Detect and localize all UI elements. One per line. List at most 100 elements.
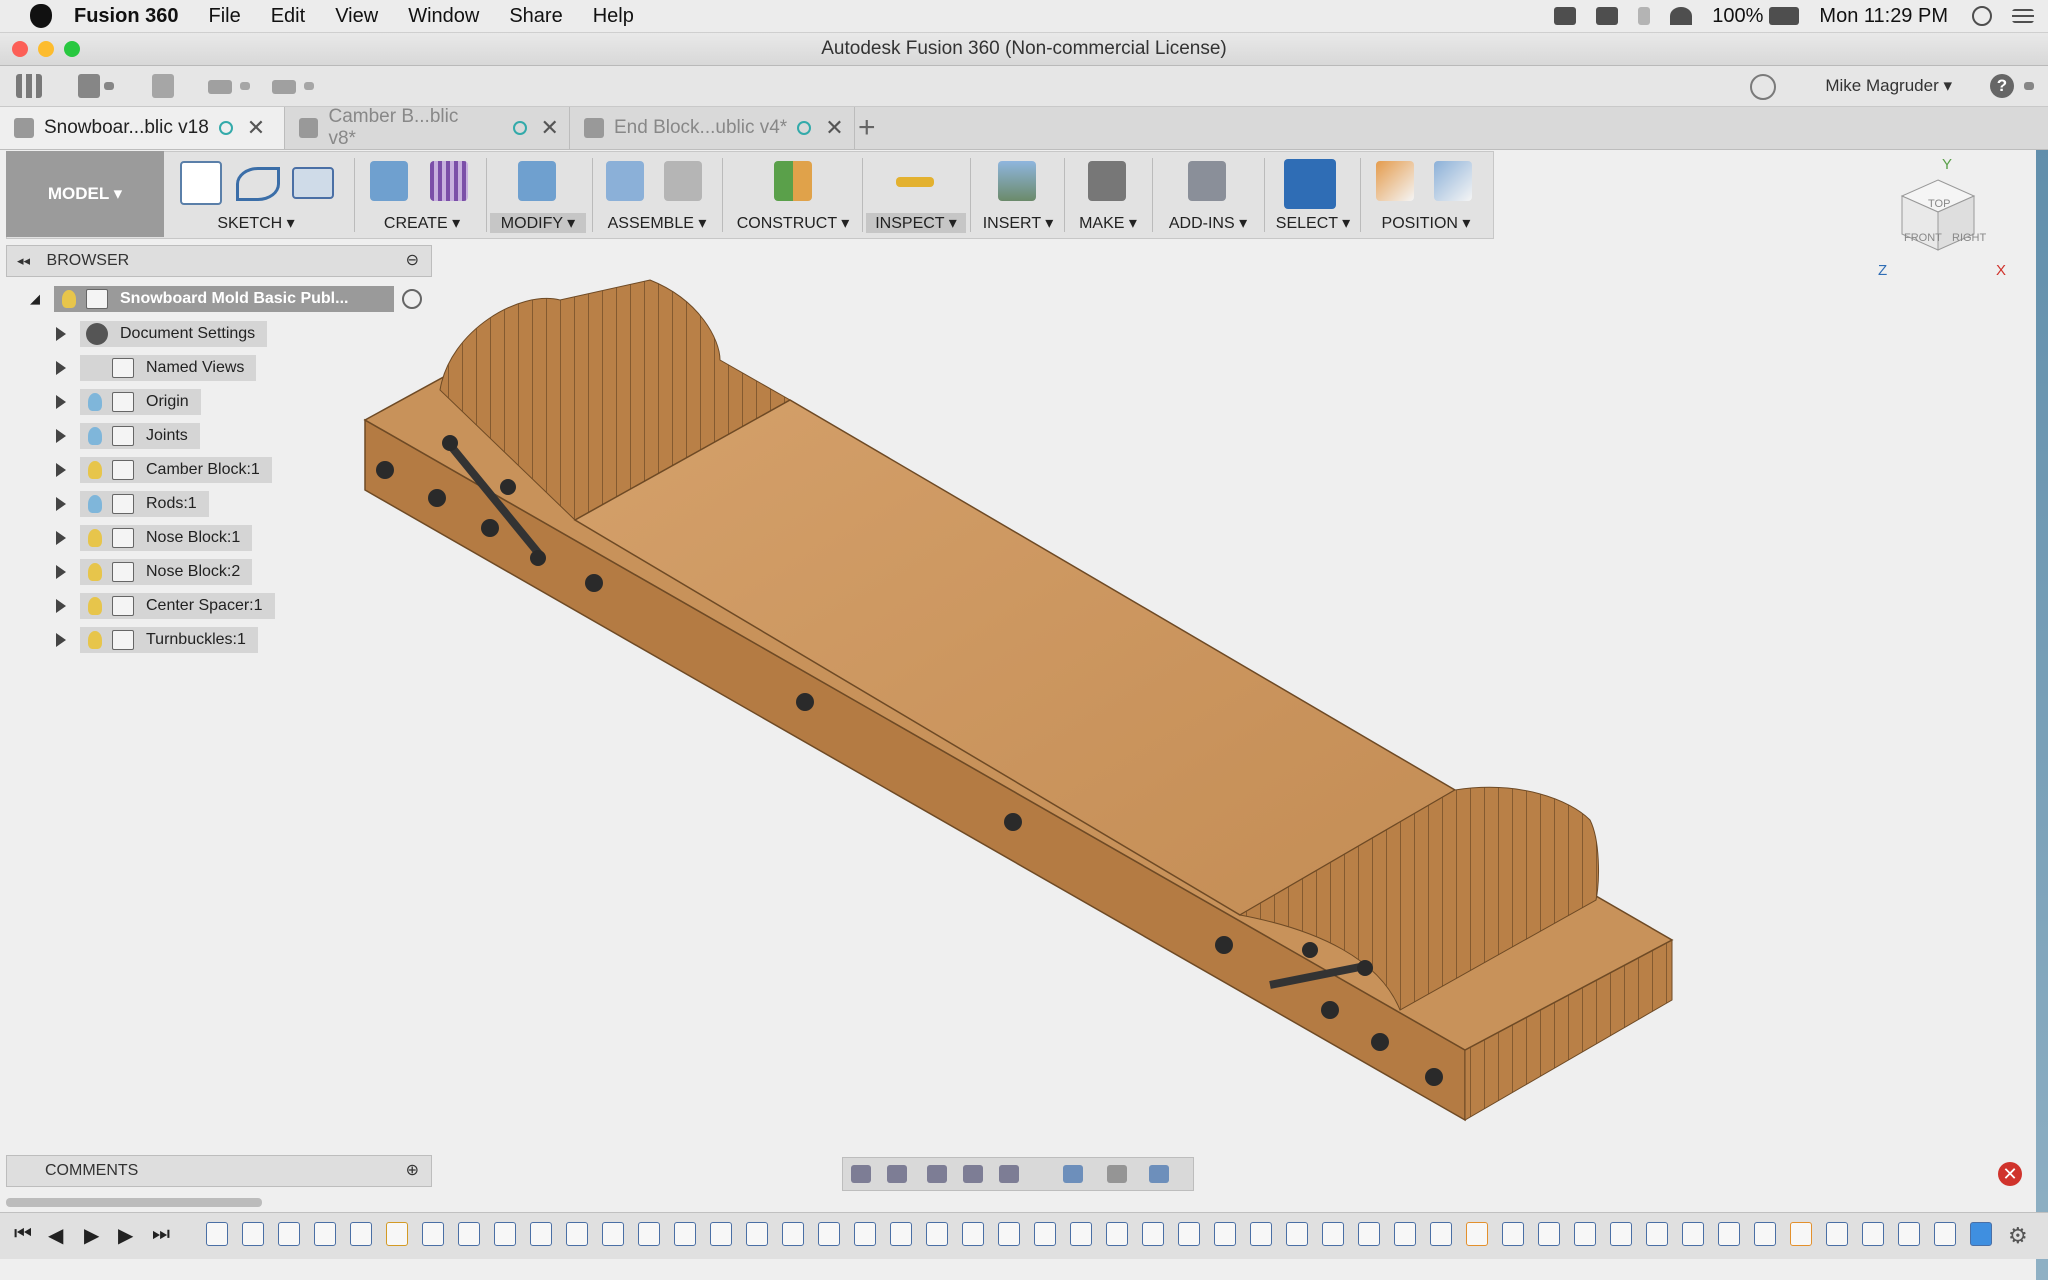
timeline-feature-icon[interactable] [422,1222,444,1246]
error-icon[interactable]: ✕ [1998,1162,2022,1186]
new-tab-button[interactable]: + [858,107,876,149]
redo-chevron-down-icon[interactable] [304,82,314,90]
close-tab-icon[interactable]: ✕ [541,115,559,141]
expand-arrow-icon[interactable] [56,633,66,647]
timeline-feature-icon[interactable] [1682,1222,1704,1246]
expand-arrow-icon[interactable] [56,361,66,375]
make-group[interactable]: MAKE ▾ [1068,151,1148,237]
browser-node-document-settings[interactable]: Document Settings [56,320,268,348]
timeline-feature-icon[interactable] [890,1222,912,1246]
measure-icon[interactable] [896,177,934,187]
visibility-bulb-icon[interactable] [88,427,102,445]
help-icon[interactable]: ? [1990,74,2014,98]
viewcube-front-label[interactable]: FRONT [1904,232,1942,244]
browser-node-rods[interactable]: Rods:1 [56,490,209,518]
timeline-feature-icon[interactable] [782,1222,804,1246]
add-comment-icon[interactable]: ⊕ [406,1156,419,1186]
visibility-bulb-icon[interactable] [62,290,76,308]
timeline-feature-icon[interactable] [1862,1222,1884,1246]
timeline-feature-icon[interactable] [494,1222,516,1246]
timeline-feature-icon[interactable] [350,1222,372,1246]
apple-icon[interactable] [30,4,52,28]
browser-node-camber-block[interactable]: Camber Block:1 [56,456,272,484]
insert-image-icon[interactable] [998,161,1036,201]
collapse-panel-icon[interactable]: ◂◂ [17,253,30,268]
press-pull-icon[interactable] [518,161,556,201]
fit-zoom-icon[interactable] [999,1165,1019,1183]
timeline-feature-icon[interactable] [458,1222,480,1246]
look-at-icon[interactable] [887,1165,907,1183]
assemble-group[interactable]: ASSEMBLE ▾ [598,151,716,237]
add-ins-menu[interactable]: ADD-INS ▾ [1156,213,1260,233]
create-group[interactable]: CREATE ▾ [360,151,484,237]
menu-edit[interactable]: Edit [271,5,305,28]
modify-menu[interactable]: MODIFY ▾ [490,213,586,233]
menu-window[interactable]: Window [408,5,479,28]
timeline-feature-icon[interactable] [314,1222,336,1246]
visibility-bulb-icon[interactable] [88,393,102,411]
timeline-feature-icon[interactable] [926,1222,948,1246]
timeline-feature-icon[interactable] [1178,1222,1200,1246]
timeline-feature-icon[interactable] [278,1222,300,1246]
timeline-feature-icon[interactable] [1430,1222,1452,1246]
timeline-feature-icon[interactable] [1214,1222,1236,1246]
shield-icon[interactable] [1596,7,1619,25]
job-status-clock-icon[interactable] [1750,74,1776,100]
extrude-icon[interactable] [370,161,408,201]
expand-arrow-icon[interactable] [56,429,66,443]
pan-hand-icon[interactable] [927,1165,947,1183]
timeline-feature-icon[interactable] [638,1222,660,1246]
timeline-feature-icon[interactable] [1826,1222,1848,1246]
menu-file[interactable]: File [208,5,240,28]
panel-minimize-icon[interactable]: ⊖ [406,246,419,276]
display-settings-icon[interactable] [1063,1165,1083,1183]
step-forward-icon[interactable]: ▶ [118,1223,133,1248]
grid-settings-icon[interactable] [1107,1165,1127,1183]
visibility-bulb-icon[interactable] [88,461,102,479]
joint-icon[interactable] [664,161,702,201]
notification-center-icon[interactable] [2012,9,2034,23]
position-menu[interactable]: POSITION ▾ [1364,213,1488,233]
visibility-bulb-icon[interactable] [88,529,102,547]
tab-end-block[interactable]: End Block...ublic v4* ✕ [570,107,855,149]
browser-node-nose-block-1[interactable]: Nose Block:1 [56,524,253,552]
modify-group[interactable]: MODIFY ▾ [490,151,586,237]
browser-node-named-views[interactable]: Named Views [56,354,257,382]
step-back-icon[interactable]: ◀ [48,1223,63,1248]
select-menu[interactable]: SELECT ▾ [1268,213,1358,233]
visibility-bulb-icon[interactable] [88,495,102,513]
position-group[interactable]: POSITION ▾ [1364,151,1488,237]
tab-snowboard[interactable]: Snowboar...blic v18 ✕ [0,107,285,149]
insert-group[interactable]: INSERT ▾ [976,151,1060,237]
make-menu[interactable]: MAKE ▾ [1068,213,1148,233]
timeline-feature-icon[interactable] [1898,1222,1920,1246]
capture-position-icon[interactable] [1376,161,1414,201]
timeline-feature-icon[interactable] [1610,1222,1632,1246]
expand-arrow-icon[interactable] [56,497,66,511]
close-tab-icon[interactable]: ✕ [825,115,843,141]
timeline-feature-icon[interactable] [1394,1222,1416,1246]
wifi-icon[interactable] [1670,7,1693,25]
undo-icon[interactable] [208,80,232,94]
timeline-feature-icon[interactable] [1970,1222,1992,1246]
browser-node-joints[interactable]: Joints [56,422,200,450]
browser-node-nose-block-2[interactable]: Nose Block:2 [56,558,253,586]
spotlight-search-icon[interactable] [1972,6,1992,26]
timeline-feature-icon[interactable] [206,1222,228,1246]
timeline-feature-icon[interactable] [674,1222,696,1246]
scripts-addins-icon[interactable] [1188,161,1226,201]
timeline-feature-icon[interactable] [386,1222,408,1246]
timeline-feature-icon[interactable] [1934,1222,1956,1246]
select-group[interactable]: SELECT ▾ [1268,151,1358,237]
browser-root-node[interactable]: ◢ Snowboard Mold Basic Publ... [30,285,422,313]
timeline-settings-gear-icon[interactable]: ⚙ [2008,1223,2028,1249]
minimize-window-icon[interactable] [38,41,54,57]
expand-arrow-icon[interactable] [56,599,66,613]
data-panel-grid-icon[interactable] [16,74,42,98]
user-account-menu[interactable]: Mike Magruder ▾ [1825,66,1952,106]
rectangle-icon[interactable] [292,167,334,199]
select-cursor-icon[interactable] [1284,159,1336,209]
timeline-feature-icon[interactable] [962,1222,984,1246]
expand-arrow-icon[interactable] [56,395,66,409]
timeline-feature-icon[interactable] [1286,1222,1308,1246]
